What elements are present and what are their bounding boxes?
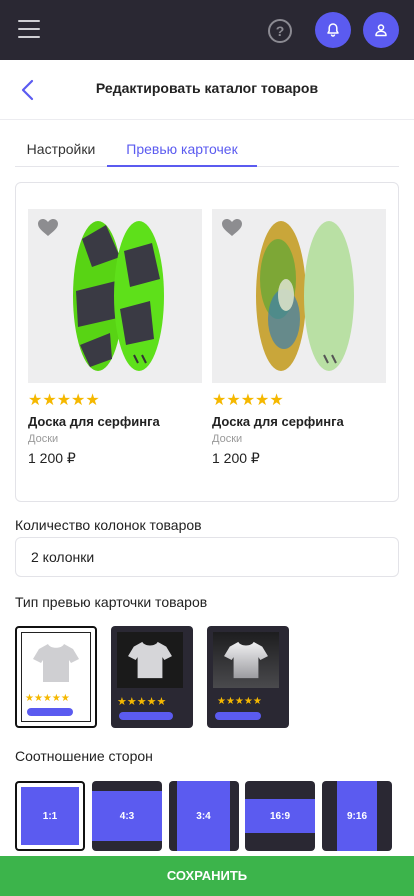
mini-button <box>119 712 173 720</box>
shirt-box <box>213 632 279 688</box>
product-category: Доски <box>28 433 59 445</box>
mini-button <box>27 708 73 716</box>
product-image <box>212 209 386 383</box>
mini-rating-stars: ★★★★★ <box>117 696 167 708</box>
product-price: 1 200 ₽ <box>212 450 260 466</box>
tab-bar: Настройки Превью карточек <box>15 131 399 167</box>
aspect-option-label: 3:4 <box>177 781 230 851</box>
mini-button <box>215 712 261 720</box>
tab-settings[interactable]: Настройки <box>15 131 107 167</box>
product-name: Доска для серфинга <box>28 414 160 429</box>
columns-select[interactable]: 2 колонки <box>15 537 399 577</box>
card-type-label: Тип превью карточки товаров <box>15 594 208 610</box>
rating-stars: ★★★★★ <box>212 392 284 409</box>
top-app-bar: ? <box>0 0 414 60</box>
tab-card-preview[interactable]: Превью карточек <box>107 131 257 167</box>
card-type-option-gradient[interactable]: ★★★★★ <box>207 626 289 728</box>
aspect-option-16-9[interactable]: 16:9 <box>245 781 315 851</box>
aspect-option-label: 4:3 <box>92 791 162 841</box>
aspect-option-4-3[interactable]: 4:3 <box>92 781 162 851</box>
aspect-ratio-label: Соотношение сторон <box>15 748 153 764</box>
aspect-option-1-1[interactable]: 1:1 <box>15 781 85 851</box>
aspect-option-label: 16:9 <box>245 799 315 833</box>
aspect-option-9-16[interactable]: 9:16 <box>322 781 392 851</box>
surfboard-image <box>256 221 354 371</box>
bell-icon <box>327 23 339 37</box>
aspect-option-label: 9:16 <box>337 781 377 851</box>
product-price: 1 200 ₽ <box>28 450 76 466</box>
rating-stars: ★★★★★ <box>28 392 100 409</box>
product-card[interactable]: ★★★★★ Доска для серфинга Доски 1 200 ₽ <box>212 209 386 467</box>
save-button[interactable]: СОХРАНИТЬ <box>0 856 414 896</box>
page-header: Редактировать каталог товаров <box>0 60 414 120</box>
product-card[interactable]: ★★★★★ Доска для серфинга Доски 1 200 ₽ <box>28 209 202 467</box>
product-name: Доска для серфинга <box>212 414 344 429</box>
product-category: Доски <box>212 433 243 445</box>
mini-rating-stars: ★★★★★ <box>217 696 262 707</box>
mini-rating-stars: ★★★★★ <box>25 693 70 704</box>
surfboard-image <box>73 221 164 371</box>
aspect-option-label: 1:1 <box>21 787 79 845</box>
tshirt-icon <box>224 641 268 679</box>
columns-label: Количество колонок товаров <box>15 517 202 533</box>
aspect-option-3-4[interactable]: 3:4 <box>169 781 239 851</box>
page-title: Редактировать каталог товаров <box>95 80 319 96</box>
profile-button[interactable] <box>363 12 399 48</box>
card-type-option-dark[interactable]: ★★★★★ <box>111 626 193 728</box>
tshirt-icon <box>33 644 79 682</box>
card-preview-panel: ★★★★★ Доска для серфинга Доски 1 200 ₽ ★… <box>15 182 399 502</box>
user-icon <box>375 24 387 37</box>
tshirt-icon <box>128 641 172 679</box>
shirt-box <box>117 632 183 688</box>
shirt-box <box>24 635 88 691</box>
card-type-option-light[interactable]: ★★★★★ <box>15 626 97 728</box>
menu-icon[interactable] <box>18 20 40 38</box>
help-icon[interactable]: ? <box>268 19 292 43</box>
notifications-button[interactable] <box>315 12 351 48</box>
product-image <box>28 209 202 383</box>
